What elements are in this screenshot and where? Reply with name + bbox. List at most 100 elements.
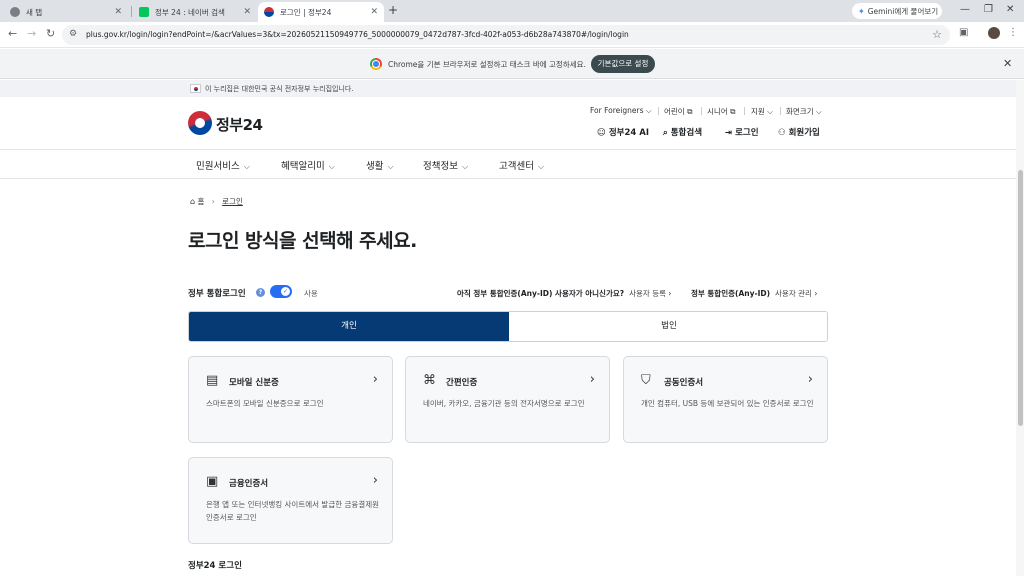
new-tab-button[interactable]: + xyxy=(388,3,398,17)
util-divider xyxy=(744,107,745,115)
set-default-button[interactable]: 기본값으로 설정 xyxy=(591,55,655,73)
gnb-policy-info[interactable]: 정책정보 ⌵ xyxy=(423,158,468,172)
site-info-icon[interactable]: ⚙ xyxy=(69,29,77,39)
window-close-icon[interactable]: ✕ xyxy=(1006,4,1014,15)
tab-personal[interactable]: 개인 xyxy=(189,312,509,341)
card-joint-certificate[interactable]: ⛉ 공동인증서 › 개인 컴퓨터, USB 등에 보관되어 있는 인증서로 로그… xyxy=(623,356,828,443)
url-text[interactable]: plus.gov.kr/login/login?endPoint=/&acrVa… xyxy=(86,30,629,39)
integrated-login-toggle[interactable]: ✓ xyxy=(270,285,292,298)
toggle-state-label: 사용 xyxy=(304,289,318,298)
reload-icon[interactable]: ↻ xyxy=(46,27,55,40)
close-icon[interactable]: ✕ xyxy=(114,7,122,17)
menu-kebab-icon[interactable]: ⋮ xyxy=(1008,27,1018,38)
tab-naver-search[interactable]: 정부 24 : 네이버 검색 ✕ xyxy=(133,2,257,22)
page-scrollbar[interactable] xyxy=(1016,80,1024,576)
external-link-icon: ⧉ xyxy=(687,107,693,116)
gov24-favicon-icon xyxy=(264,7,274,17)
card-financial-certificate[interactable]: ▣ 금융인증서 › 은행 앱 또는 인터넷뱅킹 사이트에서 발급한 금융결제원 … xyxy=(188,457,393,544)
chevron-down-icon: ⌵ xyxy=(645,106,652,115)
external-link-icon: ⧉ xyxy=(730,107,736,116)
page-title: 로그인 방식을 선택해 주세요. xyxy=(188,230,417,252)
address-bar[interactable]: ⚙ plus.gov.kr/login/login?endPoint=/&acr… xyxy=(62,25,950,45)
id-card-icon: ▤ xyxy=(206,373,219,388)
chevron-right-icon: › xyxy=(589,372,595,387)
infobar-message: Chrome을 기본 브라우저로 설정하고 태스크 바에 고정하세요. xyxy=(388,60,586,69)
robot-icon: ☺ xyxy=(597,128,606,138)
close-icon[interactable]: ✕ xyxy=(370,7,378,17)
integrated-login-label: 정부 통합로그인 xyxy=(188,289,246,299)
naver-icon xyxy=(139,7,149,17)
profile-avatar[interactable] xyxy=(988,27,1000,39)
main-navigation: 민원서비스 ⌵ 혜택알리미 ⌵ 생활 ⌵ 정책정보 ⌵ 고객센터 ⌵ xyxy=(0,151,1016,179)
breadcrumb-home[interactable]: 홈 xyxy=(197,197,204,206)
util-link-kids[interactable]: 어린이 ⧉ xyxy=(664,106,692,117)
signup-button[interactable]: ⚇ 회원가입 xyxy=(778,126,820,138)
gov24-logo-mark[interactable] xyxy=(188,111,212,135)
taegukgi-flag-icon xyxy=(190,84,201,93)
login-icon: ⇥ xyxy=(725,128,733,138)
util-divider xyxy=(701,107,702,115)
chevron-right-icon: › xyxy=(372,372,378,387)
home-icon[interactable]: ⌂ xyxy=(190,197,195,206)
site-header: 정부24 For Foreigners ⌵ 어린이 ⧉ 시니어 ⧉ 지원 ⌵ 화… xyxy=(0,97,1016,150)
register-user-link[interactable]: 아직 정부 통합인증(Any-ID) 사용자가 아니신가요? 사용자 등록 › xyxy=(457,288,671,299)
help-icon[interactable]: ? xyxy=(256,288,265,297)
user-type-tabs: 개인 법인 xyxy=(188,311,828,342)
restore-icon[interactable]: ❐ xyxy=(984,4,993,15)
card-mobile-id[interactable]: ▤ 모바일 신분증 › 스마트폰의 모바일 신분증으로 로그인 xyxy=(188,356,393,443)
util-link-support[interactable]: 지원 ⌵ xyxy=(751,106,773,117)
tab-strip: 새 탭 ✕ 정부 24 : 네이버 검색 ✕ 로그인 | 정부24 ✕ + ✦ … xyxy=(0,0,1024,22)
login-button[interactable]: ⇥ 로그인 xyxy=(725,126,759,138)
chevron-right-icon: › xyxy=(372,473,378,488)
sidebar-icon[interactable]: ▣ xyxy=(959,27,968,38)
tab-gov24-login[interactable]: 로그인 | 정부24 ✕ xyxy=(258,2,384,22)
manage-user-link[interactable]: 정부 통합인증(Any-ID) 사용자 관리 › xyxy=(691,288,817,299)
breadcrumb-current[interactable]: 로그인 xyxy=(222,197,243,206)
forward-icon[interactable]: → xyxy=(27,27,36,40)
tab-corporate[interactable]: 법인 xyxy=(509,312,827,341)
gemini-sparkle-icon: ✦ xyxy=(858,6,865,16)
util-link-font-size[interactable]: 화면크기 ⌵ xyxy=(786,106,822,117)
chevron-down-icon: ⌵ xyxy=(537,162,545,171)
browser-toolbar: ← → ↻ ⚙ plus.gov.kr/login/login?endPoint… xyxy=(0,22,1024,48)
minimize-icon[interactable]: — xyxy=(960,4,970,15)
gnb-customer-center[interactable]: 고객센터 ⌵ xyxy=(499,158,544,172)
util-link-senior[interactable]: 시니어 ⧉ xyxy=(707,106,735,117)
official-site-banner: 이 누리집은 대한민국 공식 전자정부 누리집입니다. xyxy=(0,80,1016,97)
chevron-right-icon: › xyxy=(807,372,813,387)
integrated-search-button[interactable]: ⌕ 통합검색 xyxy=(663,126,702,138)
close-icon[interactable]: ✕ xyxy=(243,7,251,17)
tab-new-tab[interactable]: 새 탭 ✕ xyxy=(4,2,128,22)
gnb-benefit-alert[interactable]: 혜택알리미 ⌵ xyxy=(281,158,335,172)
tab-separator xyxy=(131,6,132,17)
chrome-icon xyxy=(10,7,20,17)
default-browser-infobar: Chrome을 기본 브라우저로 설정하고 태스크 바에 고정하세요. 기본값으… xyxy=(0,49,1024,79)
scrollbar-thumb[interactable] xyxy=(1018,170,1023,426)
chevron-down-icon: ⌵ xyxy=(328,162,335,171)
gnb-life[interactable]: 생활 ⌵ xyxy=(366,158,394,172)
certificate-icon: ▣ xyxy=(206,474,219,489)
shield-icon: ⛉ xyxy=(641,373,651,388)
chevron-down-icon: ⌵ xyxy=(387,162,394,171)
back-icon[interactable]: ← xyxy=(8,27,17,40)
gnb-civil-service[interactable]: 민원서비스 ⌵ xyxy=(196,158,250,172)
util-link-foreigners[interactable]: For Foreigners ⌵ xyxy=(590,106,652,116)
chevron-right-icon: › xyxy=(211,197,215,206)
chevron-down-icon: ⌵ xyxy=(243,162,250,171)
chevron-down-icon: ⌵ xyxy=(461,162,469,171)
gov24-logo[interactable]: 정부24 xyxy=(216,114,263,135)
chevron-right-icon: › xyxy=(814,289,818,298)
gemini-button[interactable]: ✦ Gemini에게 물어보기 xyxy=(852,3,942,19)
util-divider xyxy=(658,107,659,115)
gov24-login-section-title: 정부24 로그인 xyxy=(188,561,242,571)
gov24-ai-button[interactable]: ☺ 정부24 AI xyxy=(597,126,649,138)
user-plus-icon: ⚇ xyxy=(778,128,786,138)
check-icon: ✓ xyxy=(281,287,290,296)
chrome-logo-icon xyxy=(370,58,382,70)
chevron-down-icon: ⌵ xyxy=(767,107,773,116)
util-divider xyxy=(780,107,781,115)
card-simple-auth[interactable]: ⌘ 간편인증 › 네이버, 카카오, 금융기관 등의 전자서명으로 로그인 xyxy=(405,356,610,443)
bookmark-star-icon[interactable]: ☆ xyxy=(932,28,942,41)
infobar-close-icon[interactable]: ✕ xyxy=(1003,57,1012,70)
chevron-right-icon: › xyxy=(668,289,672,298)
